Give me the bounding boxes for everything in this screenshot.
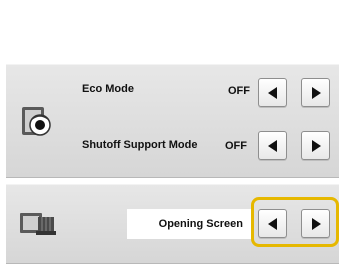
eco-mode-label: Eco Mode bbox=[82, 83, 134, 95]
eco-mode-screen-icon bbox=[18, 105, 60, 141]
shutoff-support-label: Shutoff Support Mode bbox=[82, 139, 198, 151]
shutoff-support-left-button[interactable] bbox=[258, 131, 287, 160]
opening-screen-display: Opening Screen bbox=[127, 209, 251, 239]
left-arrow-icon bbox=[267, 139, 277, 152]
opening-screen-right-button[interactable] bbox=[301, 209, 330, 238]
right-arrow-icon bbox=[311, 86, 321, 99]
shutoff-support-right-button[interactable] bbox=[301, 131, 330, 160]
opening-screen-panel: Opening Screen bbox=[6, 184, 339, 264]
left-arrow-icon bbox=[267, 86, 277, 99]
eco-mode-value: OFF bbox=[228, 85, 250, 97]
shutoff-support-value: OFF bbox=[225, 140, 247, 152]
right-arrow-icon bbox=[311, 139, 321, 152]
opening-screen-left-button[interactable] bbox=[258, 209, 287, 238]
eco-mode-right-button[interactable] bbox=[301, 78, 330, 107]
eco-settings-panel: Eco Mode OFF Shutoff Support Mode OFF bbox=[6, 64, 339, 178]
opening-screen-icon bbox=[18, 207, 60, 243]
opening-screen-label: Opening Screen bbox=[158, 218, 243, 230]
left-arrow-icon bbox=[267, 217, 277, 230]
eco-mode-left-button[interactable] bbox=[258, 78, 287, 107]
top-blank-area bbox=[0, 0, 339, 62]
right-arrow-icon bbox=[311, 217, 321, 230]
